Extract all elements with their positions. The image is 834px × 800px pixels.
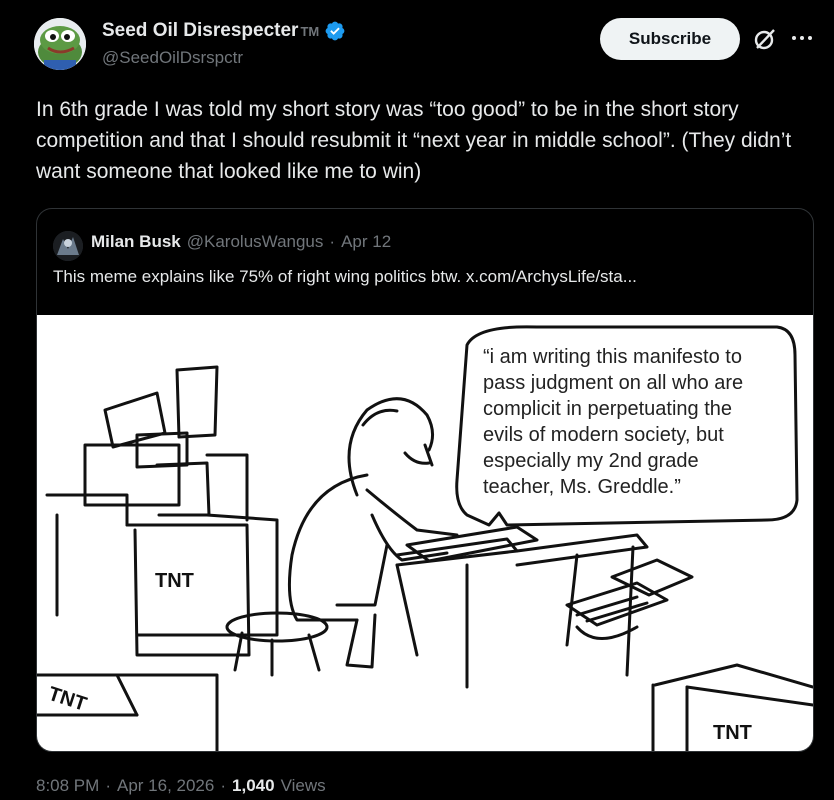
author-name[interactable]: Seed Oil Disrespecter bbox=[102, 20, 298, 42]
author-name-row[interactable]: Seed Oil Disrespecter TM bbox=[102, 20, 346, 42]
grok-icon[interactable] bbox=[752, 26, 778, 52]
tweet-date[interactable]: Apr 16, 2026 bbox=[117, 776, 214, 796]
speech-line-2: pass judgment on all who are bbox=[483, 372, 743, 394]
subscribe-button[interactable]: Subscribe bbox=[600, 18, 740, 60]
verified-badge-icon bbox=[325, 21, 345, 41]
footer-separator: · bbox=[220, 776, 227, 795]
tnt-label-right: TNT bbox=[713, 722, 752, 744]
tnt-label-bottom-left: TNT bbox=[45, 683, 89, 716]
quote-date[interactable]: Apr 12 bbox=[341, 232, 391, 252]
tweet: Seed Oil Disrespecter TM @SeedOilDsrspct… bbox=[0, 0, 834, 800]
quote-text: This meme explains like 75% of right win… bbox=[53, 267, 637, 286]
speech-line-6: teacher, Ms. Greddle.” bbox=[483, 476, 681, 498]
quote-author-handle[interactable]: @KarolusWangus bbox=[187, 232, 324, 252]
more-options-icon[interactable] bbox=[790, 28, 814, 48]
speech-line-4: evils of modern society, but bbox=[483, 424, 724, 446]
quoted-tweet[interactable]: Milan Busk @KarolusWangus · Apr 12 This … bbox=[36, 208, 814, 752]
tnt-label-left: TNT bbox=[155, 570, 194, 592]
quote-author-avatar[interactable] bbox=[53, 231, 83, 261]
tweet-footer: 8:08 PM · Apr 16, 2026 · 1,040 Views bbox=[36, 776, 326, 796]
quote-header: Milan Busk @KarolusWangus · Apr 12 bbox=[91, 232, 391, 252]
tweet-time[interactable]: 8:08 PM bbox=[36, 776, 99, 796]
author-avatar[interactable] bbox=[34, 18, 86, 70]
views-count[interactable]: 1,040 bbox=[232, 776, 275, 796]
speech-line-5: especially my 2nd grade bbox=[483, 450, 699, 472]
comic-drawing: “i am writing this manifesto to pass jud… bbox=[37, 325, 813, 751]
author-handle[interactable]: @SeedOilDsrspctr bbox=[102, 48, 243, 68]
quote-author-name[interactable]: Milan Busk bbox=[91, 232, 181, 252]
footer-separator: · bbox=[105, 776, 111, 795]
trademark-mark: TM bbox=[300, 24, 320, 39]
speech-line-3: complicit in perpetuating the bbox=[483, 398, 732, 420]
tweet-text: In 6th grade I was told my short story w… bbox=[36, 98, 792, 183]
speech-line-1: “i am writing this manifesto to bbox=[483, 346, 742, 368]
quote-separator: · bbox=[329, 232, 336, 251]
comic-image[interactable]: “i am writing this manifesto to pass jud… bbox=[37, 315, 813, 751]
views-label: Views bbox=[280, 776, 326, 795]
